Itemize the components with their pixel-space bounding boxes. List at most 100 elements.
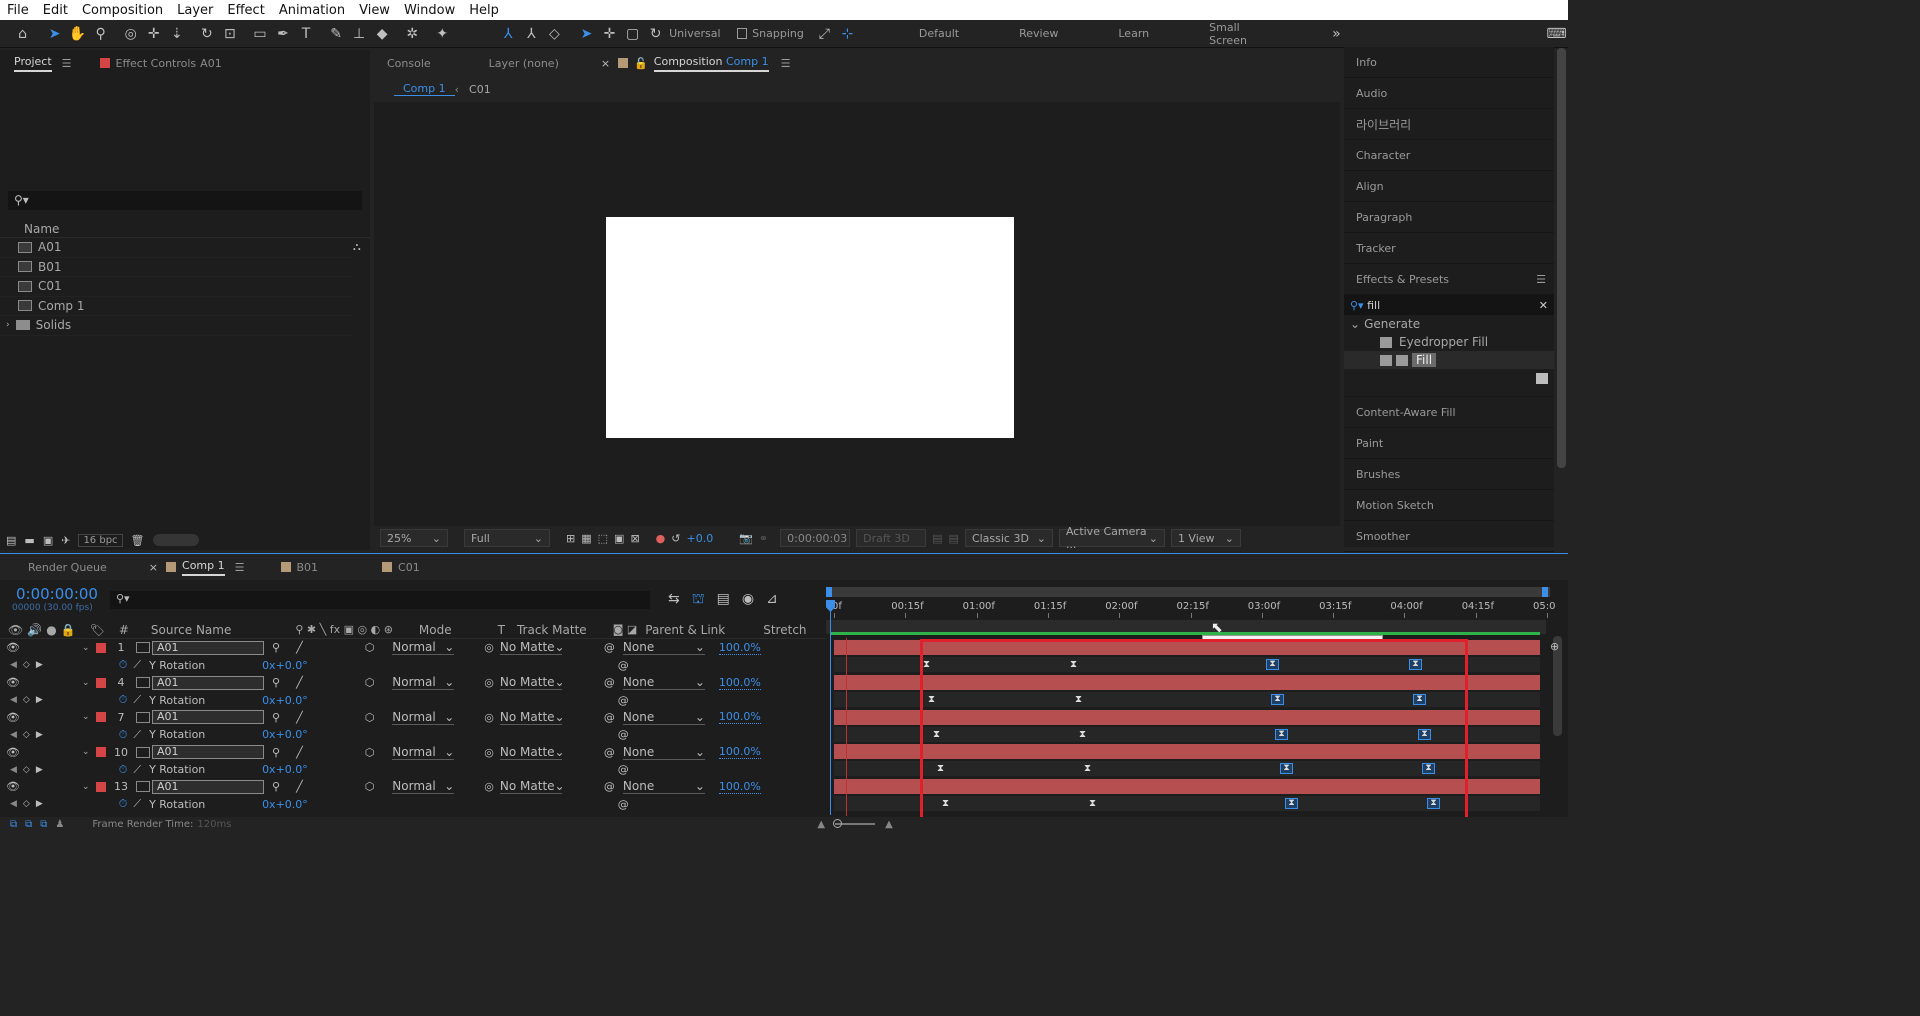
next-keyframe-icon[interactable]: ▶: [36, 695, 43, 705]
mode-dropdown[interactable]: Normal ⌄: [392, 675, 455, 691]
layer-row[interactable]: 👁 ⌄ 4 A01 ⚲ ╱ ⬡ Normal⌄ ◎ No Matte⌄ @ None⌄ 100.0%: [0, 674, 826, 692]
graph-icon[interactable]: ⟋: [133, 728, 141, 742]
timeline-menu-icon[interactable]: ☰: [235, 561, 245, 574]
pan-tool-icon[interactable]: ✛: [143, 23, 164, 45]
clone-stamp-tool-icon[interactable]: ⊥: [349, 23, 370, 45]
work-area-bar[interactable]: [826, 587, 1550, 597]
rotate-tool-icon[interactable]: ↻: [196, 23, 217, 45]
add-keyframe-icon[interactable]: ◇: [23, 799, 30, 809]
expression-spiral-icon[interactable]: @: [618, 694, 629, 707]
expression-spiral-icon[interactable]: @: [618, 798, 629, 811]
show-snapshot-icon[interactable]: ⚭: [759, 532, 768, 545]
next-keyframe-icon[interactable]: ▶: [36, 730, 43, 740]
track-matte-dropdown[interactable]: No Matte⌄: [499, 675, 562, 691]
tab-render-queue[interactable]: Render Queue: [28, 561, 107, 574]
view-axis-icon[interactable]: ◇: [544, 23, 565, 45]
comp-marker-bin-icon[interactable]: ⊕: [1550, 640, 1559, 653]
timeline-zoom-slider[interactable]: [833, 819, 876, 828]
property-value-degrees[interactable]: +0.0°: [276, 694, 308, 707]
time-ruler[interactable]: 0f 00:15f 01:00f 01:15f 02:00f 02:15f 03:00f 03…: [826, 598, 1555, 618]
interpret-footage-icon[interactable]: ▤: [6, 534, 16, 547]
tab-timeline-b01[interactable]: B01: [297, 561, 319, 574]
frame-blending-icon[interactable]: ▤: [717, 591, 730, 609]
menu-composition[interactable]: Composition: [75, 3, 170, 18]
menu-edit[interactable]: Edit: [36, 3, 75, 18]
thumbnail-slider[interactable]: [152, 534, 199, 546]
quality-switch-icon[interactable]: ╱: [296, 746, 303, 759]
visibility-eye-icon[interactable]: 👁: [6, 746, 20, 759]
parent-pickwhip-icon[interactable]: @: [604, 711, 615, 724]
quality-switch-icon[interactable]: ╱: [296, 676, 303, 689]
current-time-display[interactable]: 0:00:00:03: [780, 529, 851, 547]
right-panel-scrollbar[interactable]: [1557, 48, 1566, 468]
timeline-search-input[interactable]: ⚲▾: [110, 591, 650, 609]
draft-3d-toggle[interactable]: Draft 3D: [856, 529, 927, 547]
layer-row[interactable]: 👁 ⌄ 7 A01 ⚲ ╱ ⬡ Normal⌄ ◎ No Matte⌄ @ None⌄ 100.0%: [0, 709, 826, 727]
category-generate[interactable]: ⌄ Generate: [1344, 315, 1554, 333]
stopwatch-icon[interactable]: ⏱: [119, 728, 128, 742]
zoom-in-icon[interactable]: ▲: [885, 819, 893, 830]
zoom-dropdown[interactable]: 25% ⌄: [380, 529, 448, 547]
matte-source-icon[interactable]: ◎: [484, 676, 494, 689]
universal-scale-icon[interactable]: ▢: [622, 23, 643, 45]
timeline-current-time[interactable]: 0:00:00:00: [16, 585, 98, 603]
layer-row[interactable]: 👁 ⌄ 1 A01 ⚲ ╱ ⬡ Normal⌄ ◎ No Matte⌄ @ None⌄ 100.0%: [0, 639, 826, 657]
playhead-line[interactable]: [830, 601, 831, 815]
prev-keyframe-icon[interactable]: ◀: [10, 660, 17, 670]
menu-file[interactable]: File: [0, 3, 36, 18]
expand-arrow-icon[interactable]: ⌄: [82, 782, 92, 792]
graph-editor-icon[interactable]: ⊿: [766, 591, 778, 609]
new-composition-icon[interactable]: ▣: [43, 534, 53, 547]
shy-switch-icon[interactable]: ⚲: [272, 711, 280, 724]
property-row[interactable]: ◀ ◇ ▶ ⏱ ⟋ Y Rotation 0x +0.0° @: [0, 796, 826, 814]
property-value-degrees[interactable]: +0.0°: [276, 763, 308, 776]
property-value-revolutions[interactable]: 0x: [262, 798, 276, 811]
prev-keyframe-icon[interactable]: ◀: [10, 765, 17, 775]
visibility-eye-icon[interactable]: 👁: [6, 676, 20, 689]
toggle-transfer-icon[interactable]: ⧉: [25, 819, 32, 830]
parent-dropdown[interactable]: None ⌄: [622, 745, 705, 760]
snapshot-icon[interactable]: 📷: [739, 532, 753, 545]
universal-rotate-icon[interactable]: ↻: [645, 23, 666, 45]
grid-icon[interactable]: ⊠: [630, 532, 639, 545]
visibility-eye-icon[interactable]: 👁: [6, 641, 20, 654]
effects-menu-icon[interactable]: ☰: [1536, 273, 1546, 286]
workspace-overflow-icon[interactable]: »: [1326, 23, 1347, 45]
dependencies-icon[interactable]: ✈: [61, 534, 70, 547]
mode-dropdown[interactable]: Normal ⌄: [392, 710, 455, 725]
expression-spiral-icon[interactable]: @: [618, 763, 629, 776]
extended-viewer-icon[interactable]: ▤: [932, 532, 942, 545]
universal-select-icon[interactable]: ➤: [576, 23, 597, 45]
expand-arrow-icon[interactable]: ›: [6, 320, 10, 330]
prev-keyframe-icon[interactable]: ◀: [10, 695, 17, 705]
viewer-menu-icon[interactable]: ☰: [781, 57, 791, 70]
panel-info[interactable]: Info: [1344, 47, 1554, 78]
snap-options-icon[interactable]: ⤢: [814, 23, 835, 45]
column-name[interactable]: Name: [0, 220, 370, 238]
quality-switch-icon[interactable]: ╱: [296, 711, 303, 724]
breadcrumb-c01[interactable]: C01: [469, 83, 491, 96]
new-preset-icon[interactable]: [1536, 373, 1548, 384]
panel-motion-sketch[interactable]: Motion Sketch: [1344, 490, 1554, 521]
parent-pickwhip-icon[interactable]: @: [604, 746, 615, 759]
close-tab-icon[interactable]: ×: [601, 57, 610, 70]
stopwatch-icon[interactable]: ⏱: [119, 763, 128, 777]
camera-dropdown[interactable]: Active Camera ... ⌄: [1058, 525, 1165, 551]
track-matte-dropdown[interactable]: No Matte⌄: [499, 640, 562, 656]
mode-dropdown[interactable]: Normal ⌄: [392, 640, 455, 656]
stretch-value[interactable]: 100.0%: [718, 745, 761, 760]
tab-console[interactable]: Console: [387, 57, 431, 70]
3d-layer-switch-icon[interactable]: ⬡: [365, 746, 375, 759]
matte-source-icon[interactable]: ◎: [484, 746, 494, 759]
property-row[interactable]: ◀ ◇ ▶ ⏱ ⟋ Y Rotation 0x +0.0° @: [0, 657, 826, 675]
effects-presets-title[interactable]: Effects & Presets: [1356, 273, 1449, 286]
graph-icon[interactable]: ⟋: [133, 658, 141, 672]
views-dropdown[interactable]: 1 View ⌄: [1170, 529, 1241, 547]
local-axis-icon[interactable]: ⅄: [498, 23, 519, 45]
parent-pickwhip-icon[interactable]: @: [604, 676, 615, 689]
panel-audio[interactable]: Audio: [1344, 78, 1554, 109]
panel-libraries[interactable]: 라이브러리: [1344, 109, 1554, 140]
tab-timeline-comp1[interactable]: Comp 1: [182, 559, 225, 576]
quality-switch-icon[interactable]: ╱: [296, 641, 303, 654]
shy-switch-icon[interactable]: ⚲: [272, 780, 280, 793]
